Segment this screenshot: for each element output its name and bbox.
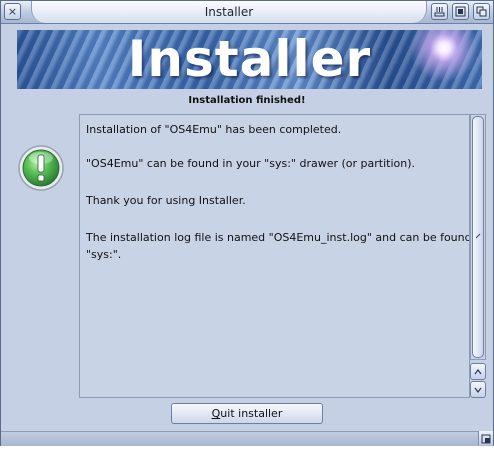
status-heading: Installation finished! — [188, 95, 306, 106]
arrow-up-icon — [474, 368, 482, 374]
depth-button[interactable] — [473, 3, 490, 20]
scroll-up-button[interactable] — [470, 363, 486, 380]
banner-title: Installer — [127, 30, 372, 88]
title-bar[interactable]: × Installer — [1, 1, 493, 24]
close-button[interactable]: × — [4, 3, 21, 20]
zoom-button[interactable] — [452, 3, 469, 20]
quit-installer-button[interactable]: Quit installer — [171, 403, 323, 424]
message-area: Installation of "OS4Emu" has been comple… — [79, 114, 470, 398]
grip-icon — [476, 233, 481, 239]
window-title: Installer — [31, 1, 427, 23]
resize-icon — [481, 434, 491, 444]
scroll-down-button[interactable] — [470, 381, 486, 398]
message-line: The installation log file is named "OS4E… — [86, 231, 470, 244]
zoom-icon — [455, 6, 466, 17]
close-icon: × — [7, 5, 18, 18]
window-bottom-border — [1, 431, 493, 446]
depth-icon — [476, 6, 487, 17]
iconify-button[interactable] — [431, 3, 448, 20]
quit-accelerator: Q — [211, 407, 221, 420]
arrow-down-icon — [474, 387, 482, 393]
quit-label: uit installer — [220, 407, 283, 420]
installer-banner: Installer — [17, 30, 482, 89]
exclamation-icon — [17, 144, 65, 192]
resize-gadget[interactable] — [478, 431, 493, 445]
message-line: "OS4Emu" can be found in your "sys:" dra… — [86, 157, 416, 170]
scroll-track[interactable] — [470, 114, 486, 360]
message-scrollbar[interactable] — [470, 114, 486, 398]
message-line: "sys:". — [86, 248, 122, 261]
scroll-knob[interactable] — [472, 116, 484, 358]
iconify-icon — [434, 7, 445, 17]
message-line: Installation of "OS4Emu" has been comple… — [86, 123, 342, 136]
message-line: Thank you for using Installer. — [86, 194, 246, 207]
installer-window: × Installer Installer Installation finis… — [0, 0, 494, 446]
